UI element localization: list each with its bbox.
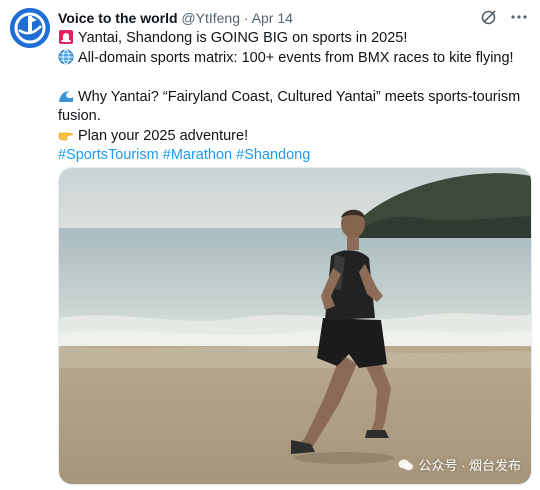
author-handle[interactable]: @YtIfeng: [181, 10, 240, 26]
tweet-line-3-text: Why Yantai? “Fairyland Coast, Cultured Y…: [58, 88, 521, 125]
watermark: 公众号 · 烟台发布: [398, 455, 521, 474]
header-actions: [480, 8, 528, 26]
watermark-text: 公众号 · 烟台发布: [418, 458, 521, 473]
more-icon[interactable]: [510, 8, 528, 26]
tweet-header: Voice to the world @YtIfeng · Apr 14: [58, 9, 293, 27]
tweet-line-1: Yantai, Shandong is GOING BIG on sports …: [58, 29, 524, 49]
water-wave-emoji-icon: [59, 90, 73, 102]
tweet[interactable]: Voice to the world @YtIfeng · Apr 14 Yan…: [0, 0, 540, 490]
avatar[interactable]: [10, 8, 50, 48]
tweet-line-4-text: Plan your 2025 adventure!: [78, 127, 249, 144]
globe-emoji-icon: [58, 49, 74, 64]
tweet-line-3: Why Yantai? “Fairyland Coast, Cultured Y…: [58, 88, 524, 127]
voice-to-the-world-logo-icon: [10, 8, 50, 48]
header-separator: ·: [243, 10, 249, 26]
tweet-date[interactable]: Apr 14: [252, 10, 293, 26]
author-display-name[interactable]: Voice to the world: [58, 10, 178, 26]
hashtag-marathon[interactable]: #Marathon: [163, 147, 232, 163]
tweet-text: Yantai, Shandong is GOING BIG on sports …: [58, 29, 524, 166]
hashtags: #SportsTourism #Marathon #Shandong: [58, 146, 524, 166]
tweet-line-2: All-domain sports matrix: 100+ events fr…: [58, 49, 524, 69]
grok-icon[interactable]: [480, 8, 498, 26]
red-siren-emoji-icon: [59, 30, 73, 44]
tweet-line-4: Plan your 2025 adventure!: [58, 127, 524, 147]
man-running-on-beach-photo: [59, 168, 531, 484]
wechat-icon: [398, 459, 414, 470]
hashtag-shandong[interactable]: #Shandong: [236, 147, 310, 163]
tweet-media[interactable]: 公众号 · 烟台发布: [58, 167, 532, 485]
hashtag-sports-tourism[interactable]: #SportsTourism: [58, 147, 159, 163]
tweet-line-1-text: Yantai, Shandong is GOING BIG on sports …: [78, 30, 408, 46]
pointing-hand-emoji-icon: [58, 132, 73, 140]
tweet-line-2-text: All-domain sports matrix: 100+ events fr…: [78, 49, 514, 66]
